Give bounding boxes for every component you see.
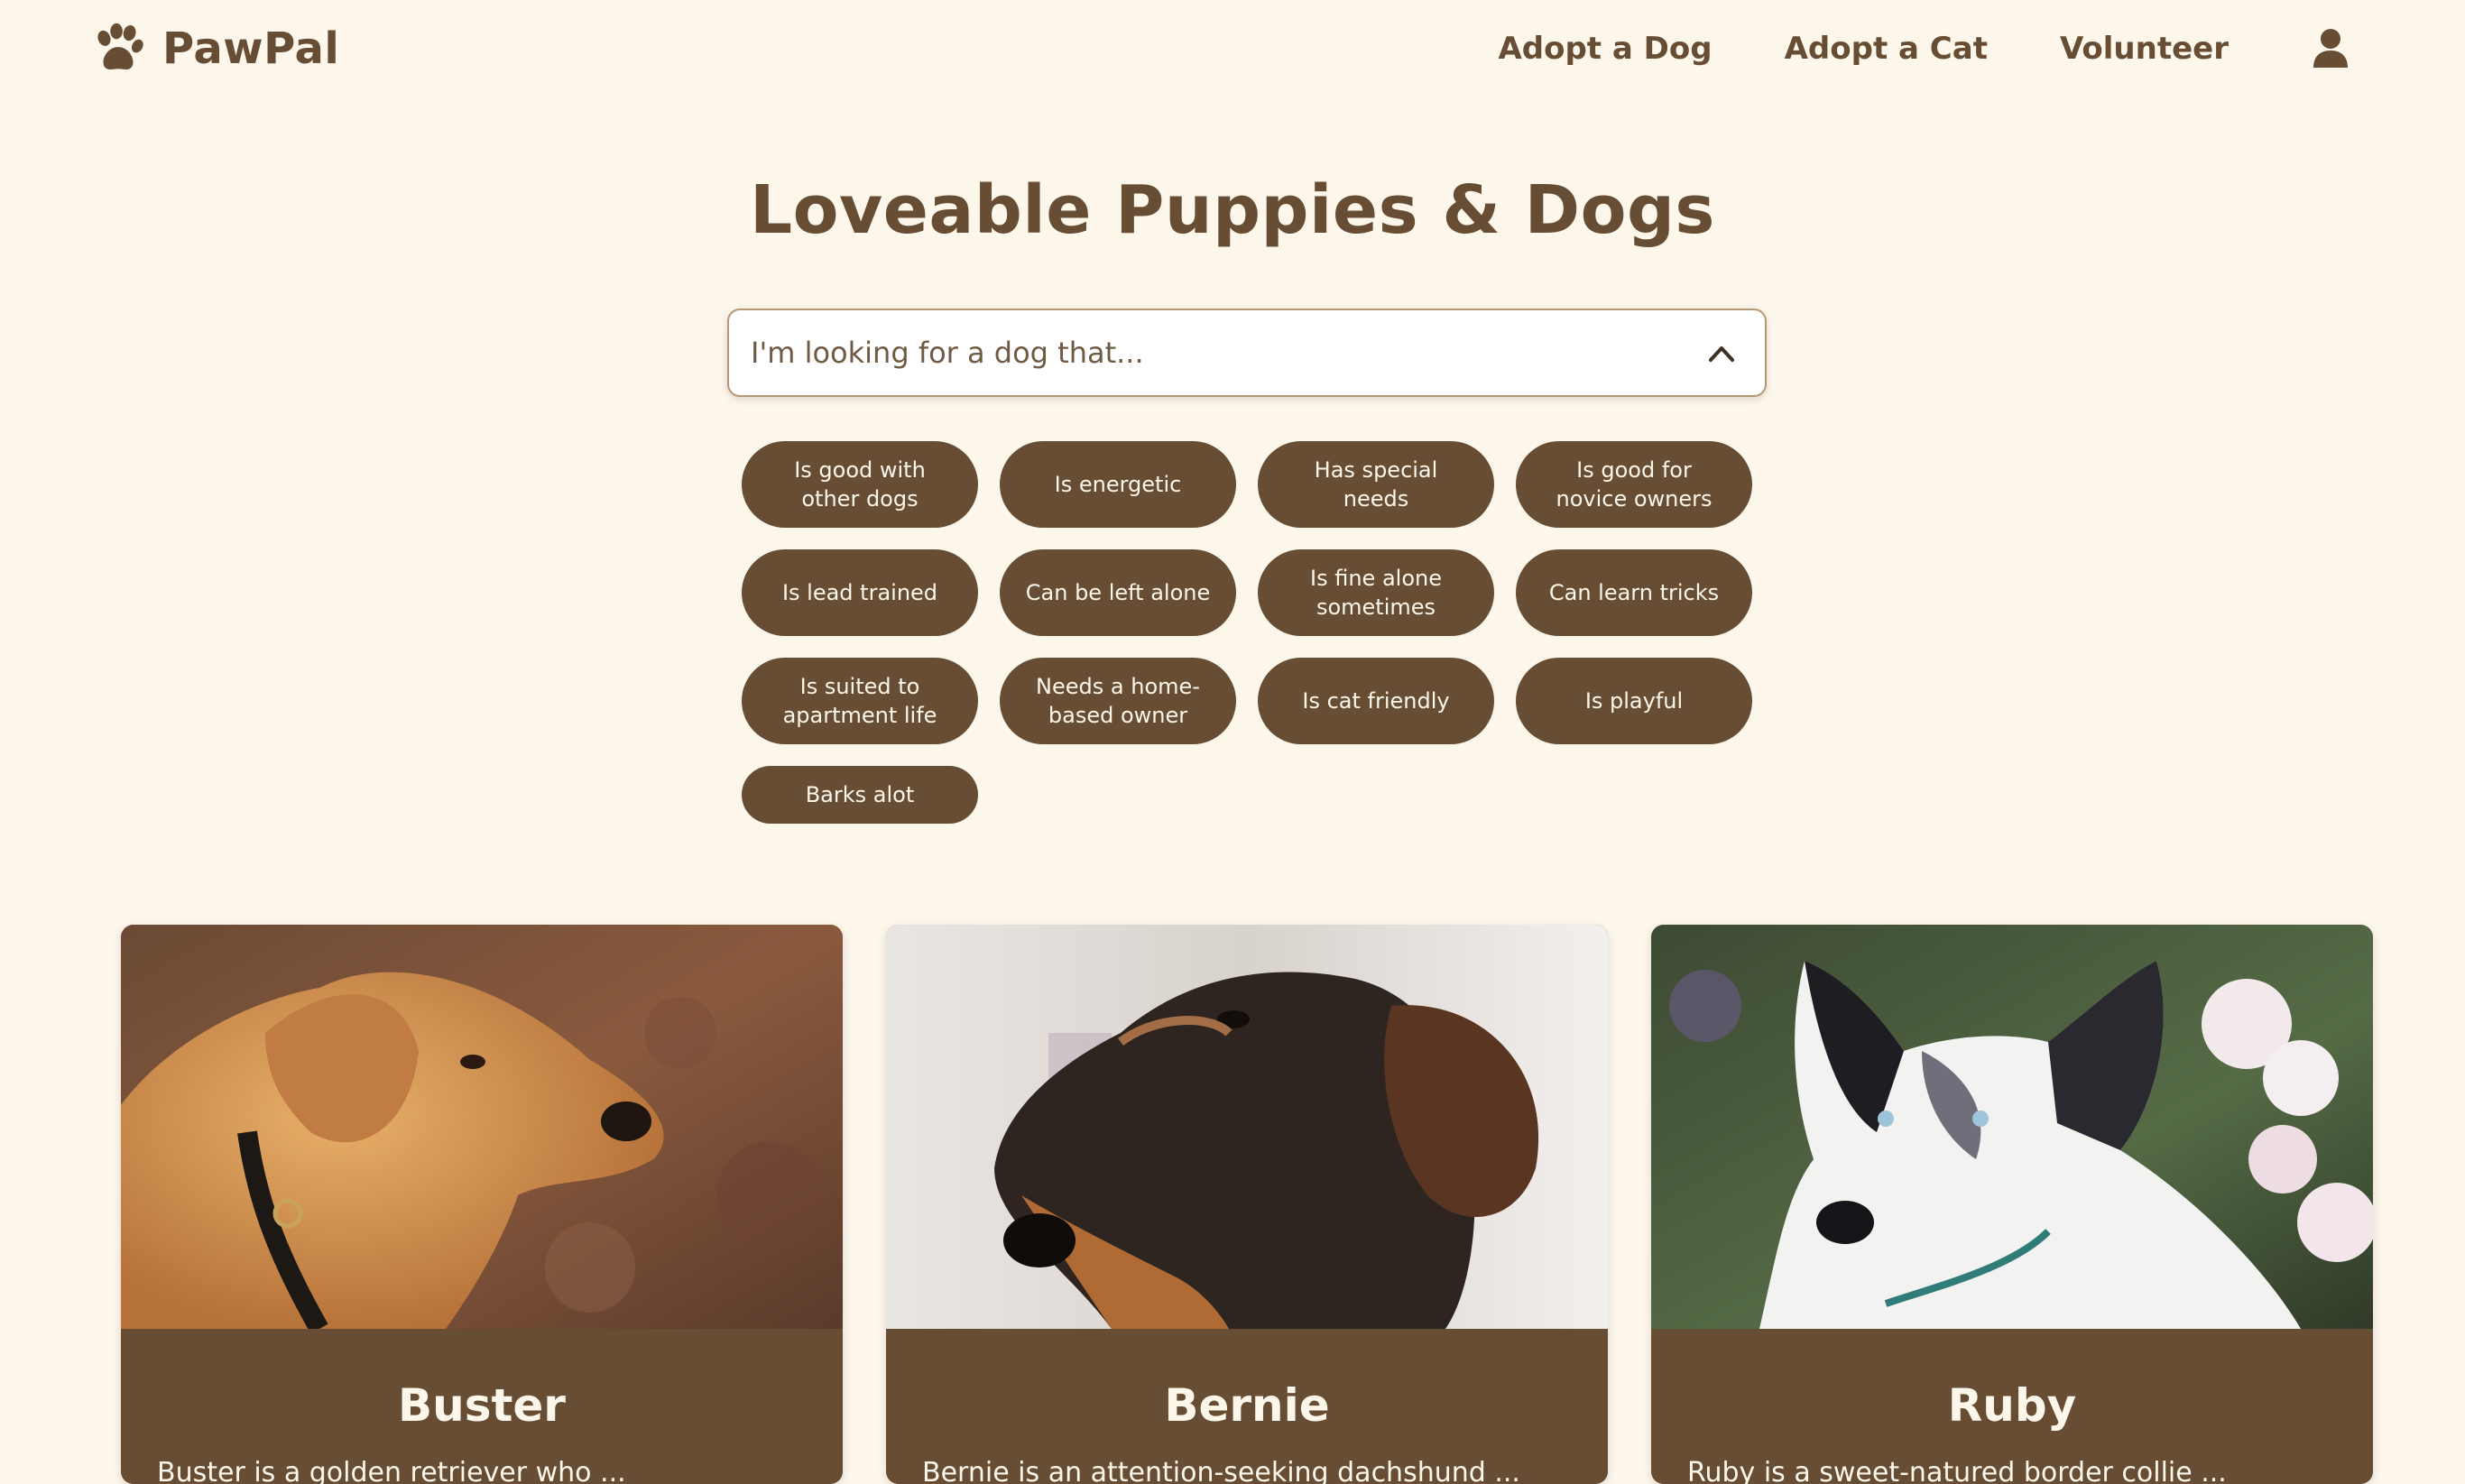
nav-link-volunteer[interactable]: Volunteer xyxy=(2060,31,2229,67)
filter-chip[interactable]: Is lead trained xyxy=(742,549,978,636)
filter-chip[interactable]: Is fine alone sometimes xyxy=(1258,549,1494,636)
paw-icon xyxy=(90,21,146,77)
filter-chip[interactable]: Is energetic xyxy=(1000,441,1236,528)
filter-chip[interactable]: Is playful xyxy=(1516,658,1752,744)
dog-description: Bernie is an attention-seeking dachshund… xyxy=(922,1457,1520,1484)
dog-card-buster[interactable]: Buster Buster is a golden retriever who … xyxy=(121,925,843,1484)
filter-chip[interactable]: Barks alot xyxy=(742,766,978,824)
filter-chip[interactable]: Needs a home-based owner xyxy=(1000,658,1236,744)
dog-description: Ruby is a sweet-natured border collie ..… xyxy=(1687,1457,2227,1484)
brand-name: PawPal xyxy=(162,23,340,74)
dog-photo-ruby xyxy=(1651,925,2373,1329)
dog-name: Ruby xyxy=(1947,1379,2077,1432)
dog-card-body: Ruby Ruby is a sweet-natured border coll… xyxy=(1651,1329,2373,1484)
chevron-up-icon[interactable] xyxy=(1703,336,1740,372)
dog-description: Buster is a golden retriever who ... xyxy=(157,1457,626,1484)
search-placeholder: I'm looking for a dog that... xyxy=(751,336,1144,370)
dog-card-ruby[interactable]: Ruby Ruby is a sweet-natured border coll… xyxy=(1651,925,2373,1484)
dog-name: Bernie xyxy=(1164,1379,1330,1432)
main-nav: Adopt a Dog Adopt a Cat Volunteer xyxy=(1498,22,2350,76)
filter-chip[interactable]: Is suited to apartment life xyxy=(742,658,978,744)
filter-chip[interactable]: Is good for novice owners xyxy=(1516,441,1752,528)
filter-chip[interactable]: Can learn tricks xyxy=(1516,549,1752,636)
dog-photo-bernie xyxy=(886,925,1608,1329)
dog-card-body: Bernie Bernie is an attention-seeking da… xyxy=(886,1329,1608,1484)
dog-name: Buster xyxy=(398,1379,566,1432)
filter-chip[interactable]: Is good with other dogs xyxy=(742,441,978,528)
filter-chip[interactable]: Has special needs xyxy=(1258,441,1494,528)
dog-card-body: Buster Buster is a golden retriever who … xyxy=(121,1329,843,1484)
nav-link-adopt-cat[interactable]: Adopt a Cat xyxy=(1785,31,1988,67)
page-title: Loveable Puppies & Dogs xyxy=(750,171,1715,249)
user-icon[interactable] xyxy=(2312,28,2350,69)
brand-logo-link[interactable]: PawPal xyxy=(90,18,339,79)
dog-card-bernie[interactable]: Bernie Bernie is an attention-seeking da… xyxy=(886,925,1608,1484)
trait-filter-list: Is good with other dogs Is energetic Has… xyxy=(742,441,1752,824)
dog-card-list: Buster Buster is a golden retriever who … xyxy=(121,925,2373,1484)
dog-trait-search-dropdown[interactable]: I'm looking for a dog that... xyxy=(727,309,1767,397)
dog-photo-buster xyxy=(121,925,843,1329)
top-navbar: PawPal Adopt a Dog Adopt a Cat Volunteer xyxy=(0,0,2465,97)
nav-link-adopt-dog[interactable]: Adopt a Dog xyxy=(1498,31,1712,67)
filter-chip[interactable]: Can be left alone xyxy=(1000,549,1236,636)
filter-chip[interactable]: Is cat friendly xyxy=(1258,658,1494,744)
